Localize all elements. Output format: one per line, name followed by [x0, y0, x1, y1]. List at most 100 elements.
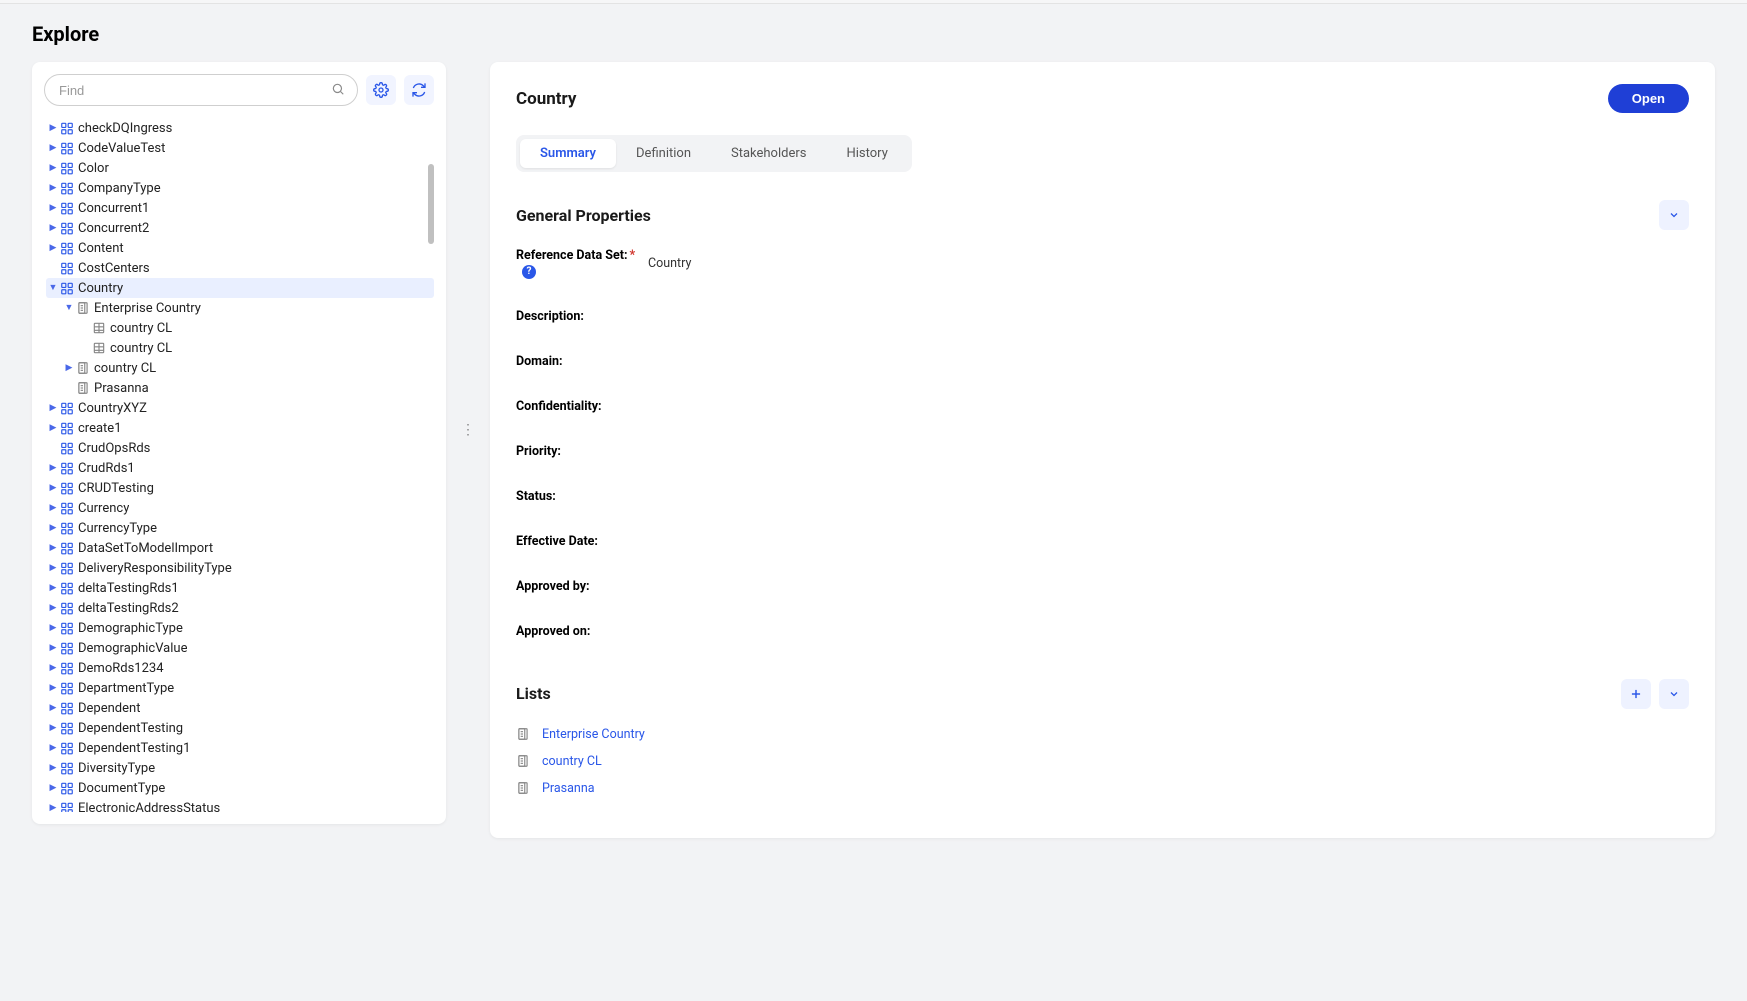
scrollbar-thumb[interactable]	[428, 164, 434, 244]
tree-item[interactable]: ▶ Concurrent2	[46, 218, 434, 238]
list-link[interactable]: Enterprise Country	[516, 727, 1689, 742]
chevron-right-icon[interactable]: ▶	[62, 364, 76, 373]
tree-item[interactable]: ▶deltaTestingRds2	[46, 598, 434, 618]
tree-item[interactable]: ▶DeliveryResponsibilityType	[46, 558, 434, 578]
list-icon	[516, 727, 530, 741]
tree-item[interactable]: ▶deltaTestingRds1	[46, 578, 434, 598]
column-resize-handle[interactable]: ⋮	[466, 422, 470, 438]
list-icon	[76, 361, 90, 375]
chevron-right-icon[interactable]: ▶	[46, 144, 60, 153]
chevron-right-icon[interactable]: ▶	[46, 504, 60, 513]
tree-item-label: Country	[78, 281, 123, 296]
collapse-lists-button[interactable]	[1659, 679, 1689, 709]
refresh-button[interactable]	[404, 75, 434, 105]
add-list-button[interactable]	[1621, 679, 1651, 709]
chevron-right-icon[interactable]: ▶	[46, 244, 60, 253]
tree-item-label: DemoRds1234	[78, 661, 164, 676]
search-input-wrap[interactable]	[44, 74, 358, 106]
tab-stakeholders[interactable]: Stakeholders	[711, 139, 826, 168]
chevron-down-icon[interactable]: ▼	[46, 284, 60, 293]
chevron-right-icon[interactable]: ▶	[46, 184, 60, 193]
chevron-right-icon[interactable]: ▶	[46, 524, 60, 533]
tree-item[interactable]: CostCenters	[46, 258, 434, 278]
open-button[interactable]: Open	[1608, 84, 1689, 113]
list-link[interactable]: country CL	[516, 754, 1689, 769]
chevron-right-icon[interactable]: ▶	[46, 544, 60, 553]
tree-item[interactable]: ▶CompanyType	[46, 178, 434, 198]
tree-item-label: Concurrent2	[78, 221, 149, 236]
chevron-right-icon[interactable]: ▶	[46, 484, 60, 493]
tree-item[interactable]: ▶DataSetToModelImport	[46, 538, 434, 558]
tree-item[interactable]: ▶CurrencyType	[46, 518, 434, 538]
help-icon[interactable]: ?	[522, 265, 536, 279]
tab-history[interactable]: History	[826, 139, 907, 168]
collapse-section-button[interactable]	[1659, 200, 1689, 230]
tree-item[interactable]: ▶DiversityType	[46, 758, 434, 778]
chevron-right-icon[interactable]: ▶	[46, 624, 60, 633]
tab-summary[interactable]: Summary	[520, 139, 616, 168]
chevron-right-icon[interactable]: ▶	[46, 204, 60, 213]
chevron-right-icon[interactable]: ▶	[46, 584, 60, 593]
tree-item[interactable]: ▶ DemoRds1234	[46, 658, 434, 678]
search-input[interactable]	[57, 82, 331, 99]
tree-item[interactable]: CrudOpsRds	[46, 438, 434, 458]
tree-item[interactable]: ▶Concurrent1	[46, 198, 434, 218]
tree-item-label: DocumentType	[78, 781, 165, 796]
tree-item[interactable]: country CL	[46, 318, 434, 338]
chevron-right-icon[interactable]: ▶	[46, 464, 60, 473]
tree-item[interactable]: ▶ DepartmentType	[46, 678, 434, 698]
tab-definition[interactable]: Definition	[616, 139, 711, 168]
chevron-right-icon[interactable]: ▶	[46, 124, 60, 133]
tree-item[interactable]: ▼ Country	[46, 278, 434, 298]
chevron-down-icon[interactable]: ▼	[62, 304, 76, 313]
chevron-right-icon[interactable]: ▶	[46, 644, 60, 653]
tree-item[interactable]: ▶DemographicType	[46, 618, 434, 638]
tree-item[interactable]: ▶country CL	[46, 358, 434, 378]
chevron-right-icon[interactable]: ▶	[46, 604, 60, 613]
chevron-right-icon[interactable]: ▶	[46, 564, 60, 573]
tree-item[interactable]: ▶DemographicValue	[46, 638, 434, 658]
explorer-panel: ▶checkDQIngress▶CodeValueTest▶Color▶Comp…	[32, 62, 446, 824]
tree-item[interactable]: ▶ DocumentType	[46, 778, 434, 798]
chevron-right-icon[interactable]: ▶	[46, 724, 60, 733]
tree-item[interactable]: ▶Dependent	[46, 698, 434, 718]
tree-item[interactable]: ▶checkDQIngress	[46, 118, 434, 138]
tree-item[interactable]: ▶DependentTesting1	[46, 738, 434, 758]
chevron-right-icon[interactable]: ▶	[46, 424, 60, 433]
list-link[interactable]: Prasanna	[516, 781, 1689, 796]
tree-item[interactable]: ▶Currency	[46, 498, 434, 518]
chevron-right-icon[interactable]: ▶	[46, 764, 60, 773]
chevron-right-icon[interactable]: ▶	[46, 224, 60, 233]
tree-item[interactable]: ▶ CRUDTesting	[46, 478, 434, 498]
chevron-right-icon[interactable]: ▶	[46, 404, 60, 413]
tree-item-label: CRUDTesting	[78, 481, 154, 496]
tree-item-label: ElectronicAddressStatus	[78, 801, 220, 813]
tree-item[interactable]: country CL	[46, 338, 434, 358]
chevron-right-icon[interactable]: ▶	[46, 684, 60, 693]
rds-icon	[60, 581, 74, 595]
tree-item[interactable]: ▶Color	[46, 158, 434, 178]
tree-item[interactable]: ▶ ElectronicAddressStatus	[46, 798, 434, 812]
tree-item-label: CostCenters	[78, 261, 150, 276]
tree-item[interactable]: ▶CrudRds1	[46, 458, 434, 478]
chevron-right-icon[interactable]: ▶	[46, 164, 60, 173]
tree-item[interactable]: ▼Enterprise Country	[46, 298, 434, 318]
chevron-right-icon[interactable]: ▶	[46, 804, 60, 813]
chevron-right-icon[interactable]: ▶	[46, 704, 60, 713]
tree-item-label: country CL	[110, 341, 172, 356]
tree-item[interactable]: ▶ CountryXYZ	[46, 398, 434, 418]
settings-button[interactable]	[366, 75, 396, 105]
tree-item-label: CountryXYZ	[78, 401, 147, 416]
chevron-right-icon[interactable]: ▶	[46, 744, 60, 753]
tree-item[interactable]: ▶DependentTesting	[46, 718, 434, 738]
tree-item[interactable]: ▶create1	[46, 418, 434, 438]
tree-item[interactable]: ▶CodeValueTest	[46, 138, 434, 158]
chevron-right-icon[interactable]: ▶	[46, 784, 60, 793]
tree-item-label: DepartmentType	[78, 681, 174, 696]
tree-item[interactable]: ▶Content	[46, 238, 434, 258]
tree-item[interactable]: Prasanna	[46, 378, 434, 398]
rds-icon	[60, 421, 74, 435]
tree-view[interactable]: ▶checkDQIngress▶CodeValueTest▶Color▶Comp…	[44, 116, 434, 812]
chevron-right-icon[interactable]: ▶	[46, 664, 60, 673]
rds-icon	[60, 601, 74, 615]
